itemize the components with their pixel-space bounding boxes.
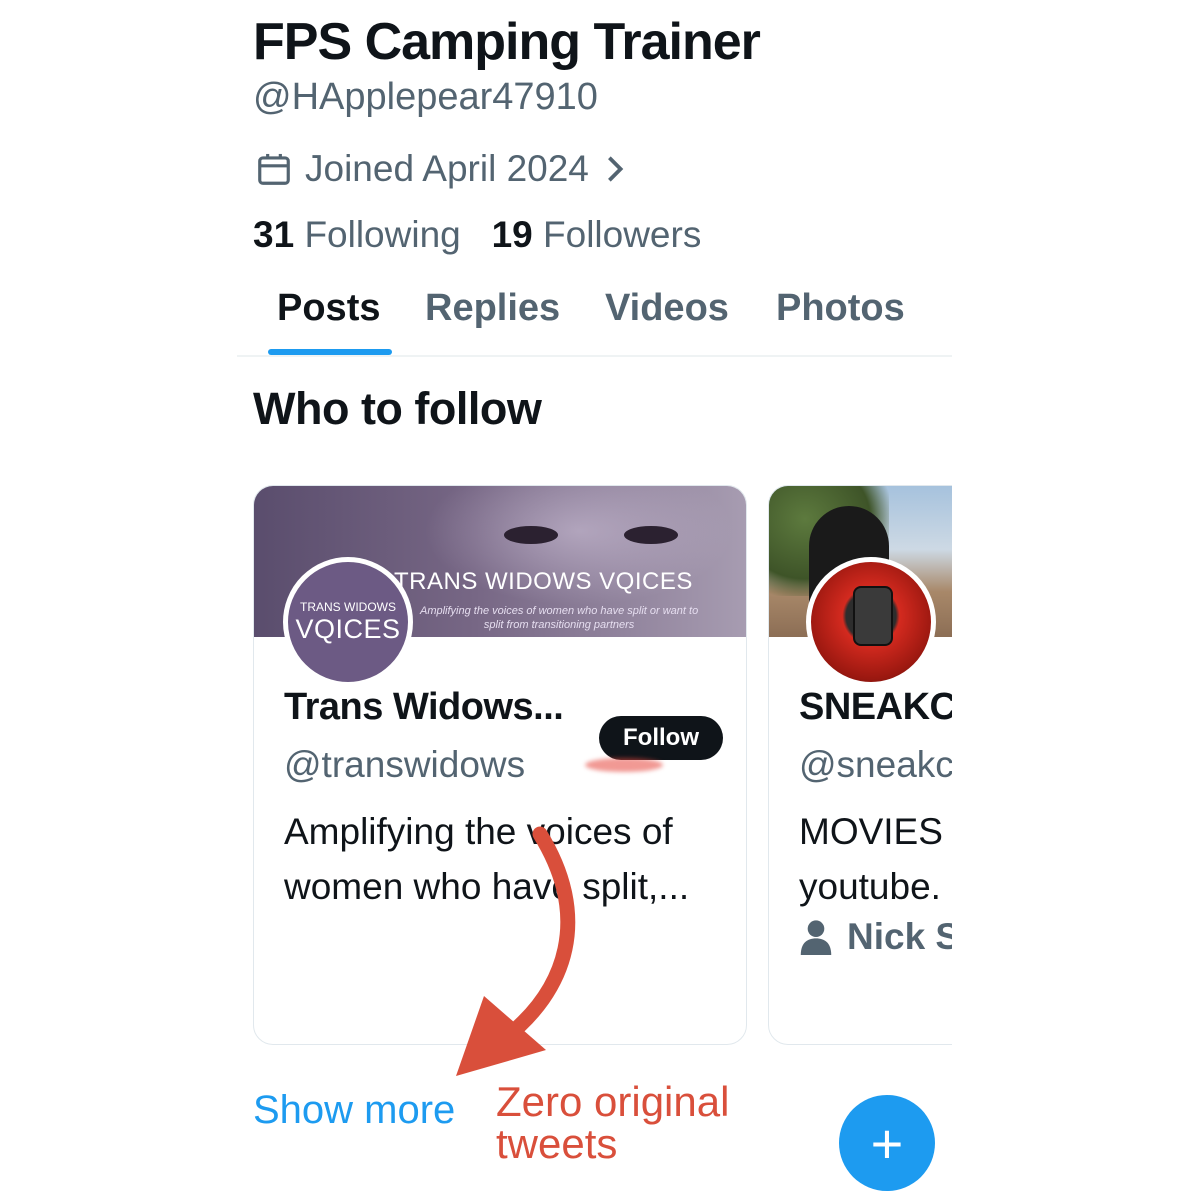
annotation-text: Zero original tweets <box>496 1081 729 1165</box>
show-more-link[interactable]: Show more <box>253 1088 455 1133</box>
annotation-line: tweets <box>496 1120 618 1167</box>
banner-subtitle: Amplifying the voices of women who have … <box>420 604 698 632</box>
followers-count: 19 <box>491 214 533 255</box>
red-highlight-mark <box>585 758 663 772</box>
suggestion-bio-line: youtube. <box>799 866 941 907</box>
suggestion-handle: @transwidows <box>284 744 526 785</box>
tab-photos[interactable]: Photos <box>776 287 905 330</box>
suggestion-handle: @sneakc <box>799 744 952 785</box>
avatar[interactable]: TRANS WIDOWS VQICES <box>283 557 413 687</box>
suggestion-meta: Nick S <box>799 916 952 958</box>
suggestion-card-sneakc[interactable]: SNEAKC @sneakc MOVIES youtube. Nick S <box>768 485 952 1045</box>
avatar-mask <box>853 586 893 646</box>
suggestion-name[interactable]: Trans Widows... <box>284 686 564 729</box>
followers-label: Followers <box>543 214 702 255</box>
calendar-icon <box>258 153 290 185</box>
plus-icon: + <box>870 1111 904 1175</box>
follow-stats: 31 Following 19 Followers <box>253 214 701 256</box>
chevron-right-icon <box>607 156 624 182</box>
following-label: Following <box>304 214 461 255</box>
banner-subtitle-line: split from transitioning partners <box>483 619 635 631</box>
who-to-follow-carousel[interactable]: TRANS WIDOWS VQICES Amplifying the voice… <box>237 470 952 1060</box>
banner-title: TRANS WIDOWS VQICES <box>394 568 693 595</box>
profile-display-name: FPS Camping Trainer <box>253 13 761 71</box>
follow-button[interactable]: Follow <box>599 716 723 760</box>
annotation-line: Zero original <box>496 1078 730 1125</box>
profile-handle: @HApplepear47910 <box>253 76 598 118</box>
joined-date-row[interactable]: Joined April 2024 <box>255 146 625 192</box>
followers-link[interactable]: 19 Followers <box>492 214 702 255</box>
avatar-text-big: VQICES <box>295 614 401 644</box>
avatar[interactable] <box>806 557 936 687</box>
suggestion-bio: MOVIES youtube. <box>799 804 952 914</box>
profile-tabs: Posts Replies Videos Photos <box>237 287 952 357</box>
following-count: 31 <box>253 214 295 255</box>
person-icon <box>800 920 832 955</box>
tab-posts[interactable]: Posts <box>277 287 380 330</box>
annotation-arrow-icon <box>456 826 576 1076</box>
suggestion-name[interactable]: SNEAKC <box>799 686 952 729</box>
suggestion-bio-line: MOVIES <box>799 811 943 852</box>
banner-eye <box>624 526 678 544</box>
tab-videos[interactable]: Videos <box>605 287 729 330</box>
tab-replies[interactable]: Replies <box>425 287 560 330</box>
following-link[interactable]: 31 Following <box>253 214 461 255</box>
avatar-text-small: TRANS WIDOWS <box>300 600 396 614</box>
active-tab-indicator <box>268 349 392 355</box>
banner-eye <box>504 526 558 544</box>
joined-date-text: Joined April 2024 <box>305 148 589 189</box>
who-to-follow-title: Who to follow <box>253 383 542 434</box>
suggestion-meta-text: Nick S <box>847 916 952 957</box>
banner-subtitle-line: Amplifying the voices of women who have … <box>420 605 699 617</box>
compose-button[interactable]: + <box>839 1095 935 1191</box>
